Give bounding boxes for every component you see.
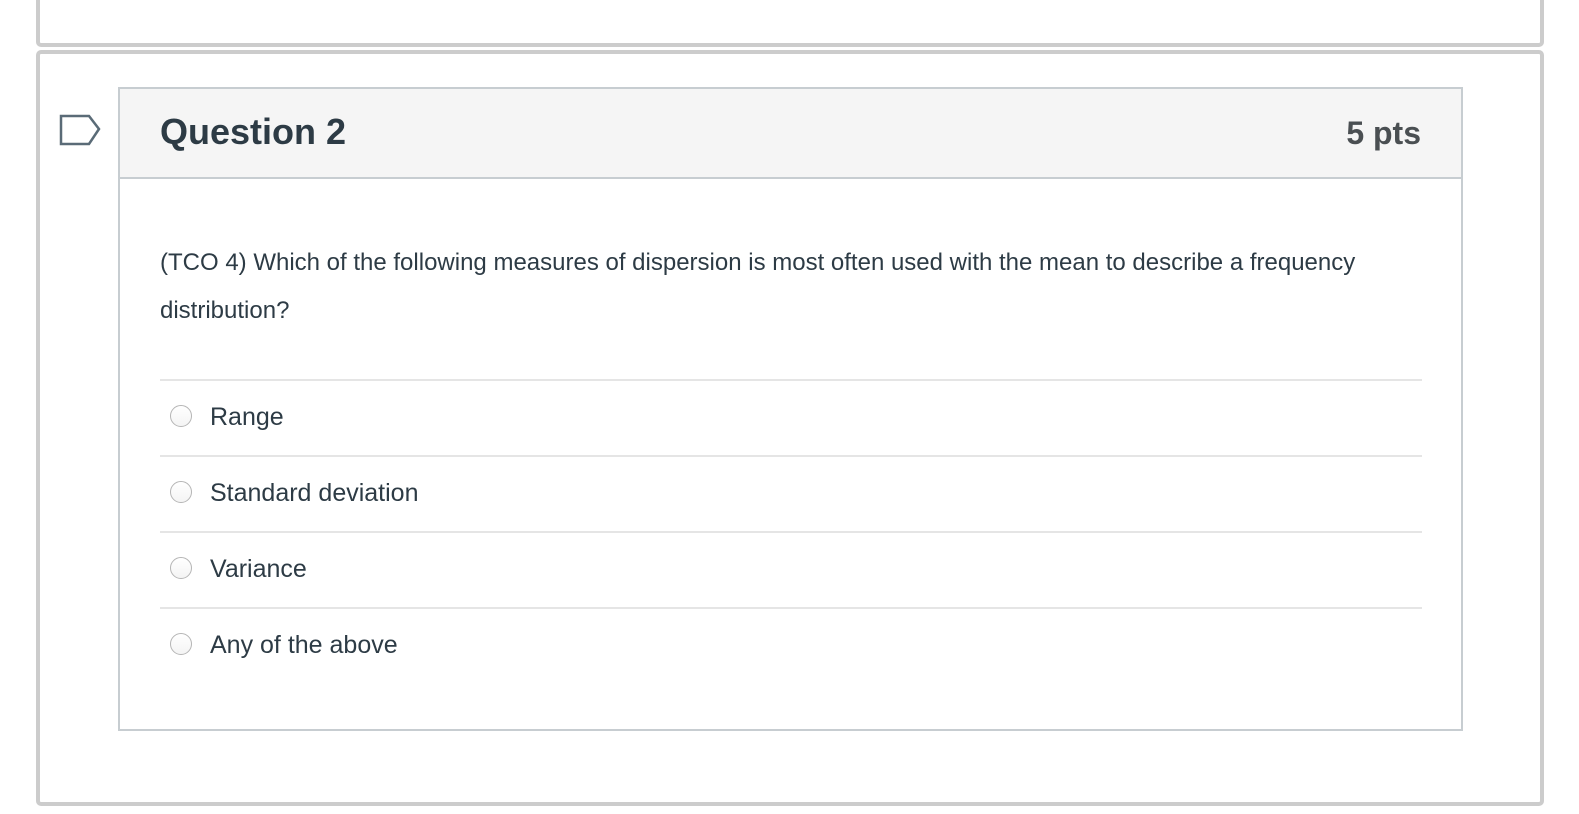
answer-option[interactable]: Variance bbox=[160, 533, 1422, 609]
radio-button[interactable] bbox=[170, 481, 192, 503]
answer-label[interactable]: Standard deviation bbox=[210, 477, 418, 509]
answer-label[interactable]: Any of the above bbox=[210, 629, 398, 661]
answer-label[interactable]: Range bbox=[210, 401, 284, 433]
answer-label[interactable]: Variance bbox=[210, 553, 307, 585]
radio-button[interactable] bbox=[170, 633, 192, 655]
radio-button[interactable] bbox=[170, 557, 192, 579]
answer-list: Range Standard deviation Variance Any of… bbox=[160, 379, 1422, 685]
flag-question-icon[interactable] bbox=[59, 113, 103, 149]
question-points: 5 pts bbox=[1346, 115, 1421, 151]
previous-question-card bbox=[36, 0, 1544, 47]
question-panel: Question 2 5 pts (TCO 4) Which of the fo… bbox=[118, 87, 1463, 731]
answer-option[interactable]: Any of the above bbox=[160, 609, 1422, 685]
question-title: Question 2 bbox=[160, 111, 347, 152]
radio-button[interactable] bbox=[170, 405, 192, 427]
question-header: Question 2 5 pts bbox=[120, 89, 1461, 179]
question-text: (TCO 4) Which of the following measures … bbox=[160, 249, 1356, 324]
answer-option[interactable]: Standard deviation bbox=[160, 457, 1422, 533]
answer-option[interactable]: Range bbox=[160, 381, 1422, 457]
